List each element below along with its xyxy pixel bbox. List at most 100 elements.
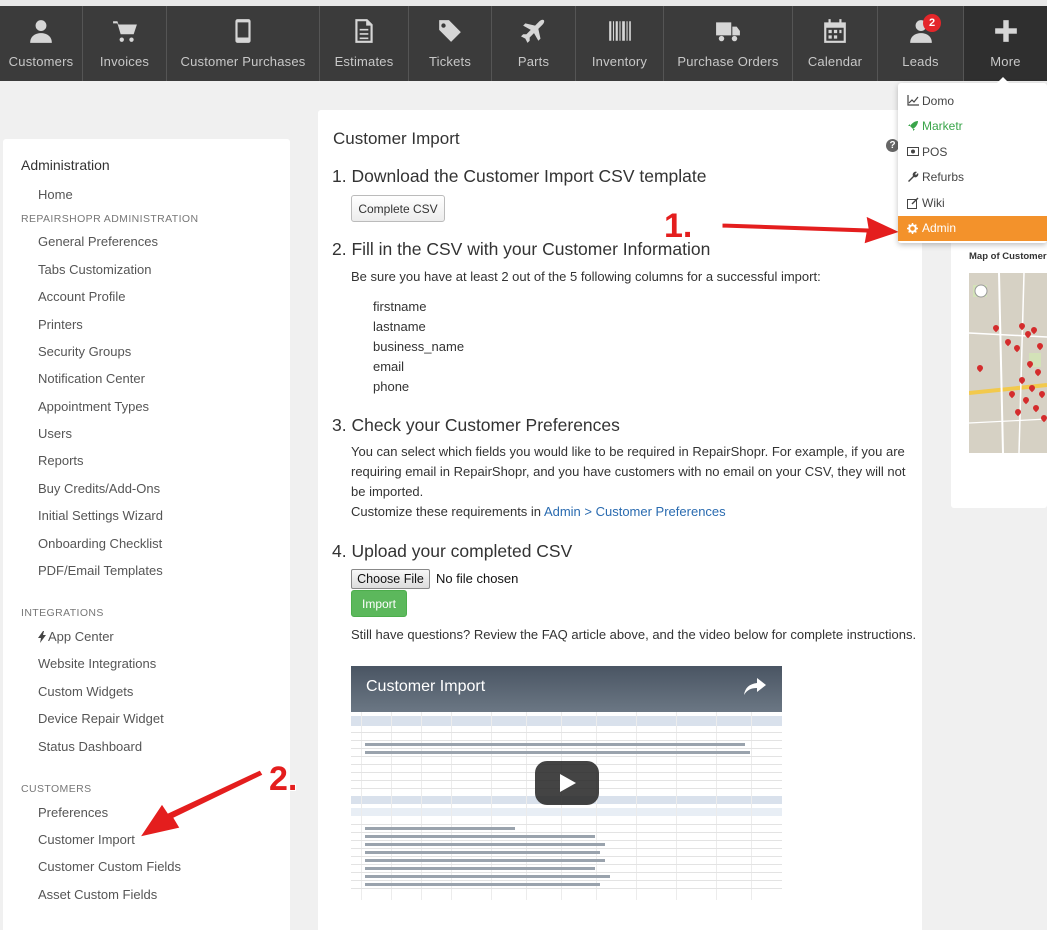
column-item: firstname (373, 299, 427, 314)
chart-icon (906, 94, 919, 107)
sheet-text-line (365, 883, 600, 886)
annotation-arrow-2 (138, 769, 264, 838)
nav-label: Customer Purchases (180, 54, 306, 69)
sidebar-item-general-preferences[interactable]: General Preferences (38, 234, 158, 249)
nav-label: Purchase Orders (677, 54, 779, 69)
sidebar-item-tabs-customization[interactable]: Tabs Customization (38, 262, 151, 277)
customer-map-panel: Map of Customers (951, 230, 1047, 508)
more-dropdown-menu: Domo Marketr POS Refurbs Wiki Admin (898, 77, 1047, 243)
sheet-row (351, 824, 782, 825)
sidebar-item-custom-widgets[interactable]: Custom Widgets (38, 684, 133, 699)
nav-customer-purchases[interactable]: Customer Purchases (167, 6, 320, 81)
sidebar-item-security-groups[interactable]: Security Groups (38, 344, 131, 359)
choose-file-button[interactable]: Choose File (351, 569, 430, 589)
sheet-row (351, 748, 782, 749)
video-header: Customer Import (351, 666, 782, 712)
plus-icon (994, 20, 1017, 42)
sidebar-item-home[interactable]: Home (38, 187, 73, 202)
sheet-row (351, 888, 782, 889)
menu-item-domo[interactable]: Domo (898, 88, 1047, 114)
step-4-heading: 4. Upload your completed CSV (332, 541, 573, 561)
nav-leads[interactable]: Leads 2 (878, 6, 964, 81)
customer-map[interactable] (969, 273, 1047, 453)
sidebar-item-device-repair-widget[interactable]: Device Repair Widget (38, 711, 164, 726)
file-status-text: No file chosen (436, 571, 519, 586)
menu-item-admin[interactable]: Admin (898, 215, 1047, 241)
sidebar-item-onboarding-checklist[interactable]: Onboarding Checklist (38, 536, 162, 551)
sidebar-item-preferences[interactable]: Preferences (38, 805, 108, 820)
nav-tickets[interactable]: Tickets (409, 6, 492, 81)
nav-label: Parts (517, 54, 550, 69)
import-button[interactable]: Import (351, 590, 407, 617)
sidebar-item-printers[interactable]: Printers (38, 317, 83, 332)
sheet-text-line (365, 751, 750, 754)
nav-parts[interactable]: Parts (492, 6, 576, 81)
annotation-arrow-1 (721, 215, 902, 244)
play-button[interactable] (535, 761, 599, 805)
sidebar-heading-integrations: INTEGRATIONS (21, 607, 104, 619)
step-2-text: Be sure you have at least 2 out of the 5… (351, 269, 821, 284)
sheet-row (351, 848, 782, 849)
menu-item-wiki[interactable]: Wiki (898, 190, 1047, 216)
sheet-text-line (365, 827, 515, 830)
sheet-row (351, 872, 782, 873)
sheet-band (351, 716, 782, 726)
customer-preferences-link[interactable]: Admin > Customer Preferences (544, 504, 726, 519)
barcode-icon (608, 21, 631, 41)
nav-estimates[interactable]: Estimates (320, 6, 409, 81)
annotation-step-1: 1. (664, 207, 693, 245)
sidebar-item-customer-custom-fields[interactable]: Customer Custom Fields (38, 859, 181, 874)
top-nav-area: Customers Invoices Customer Purchases Es… (0, 0, 1047, 81)
main-navbar: Customers Invoices Customer Purchases Es… (0, 6, 1047, 81)
menu-item-label: POS (922, 144, 948, 159)
sidebar-heading-customers: CUSTOMERS (21, 783, 92, 795)
nav-invoices[interactable]: Invoices (83, 6, 167, 81)
share-icon[interactable] (744, 678, 766, 696)
video-player[interactable]: Customer Import (351, 666, 782, 900)
sheet-text-line (365, 867, 595, 870)
rocket-icon (906, 120, 919, 133)
sidebar-title: Administration (21, 157, 110, 173)
nav-label: Leads (902, 54, 939, 69)
sidebar-item-initial-settings-wizard[interactable]: Initial Settings Wizard (38, 508, 163, 523)
nav-purchase-orders[interactable]: Purchase Orders (664, 6, 793, 81)
customize-prefix: Customize these requirements in (351, 504, 544, 519)
sheet-row (351, 832, 782, 833)
sidebar-item-notification-center[interactable]: Notification Center (38, 371, 145, 386)
sheet-row (351, 880, 782, 881)
bolt-icon (38, 630, 46, 643)
sidebar-item-app-center[interactable]: App Center (38, 629, 114, 644)
menu-item-refurbs[interactable]: Refurbs (898, 165, 1047, 191)
nav-customers[interactable]: Customers (0, 6, 83, 81)
nav-calendar[interactable]: Calendar (793, 6, 878, 81)
sidebar-item-reports[interactable]: Reports (38, 453, 84, 468)
sidebar-item-customer-import[interactable]: Customer Import (38, 832, 135, 847)
sidebar-item-account-profile[interactable]: Account Profile (38, 289, 125, 304)
nav-more[interactable]: More (964, 6, 1047, 81)
sidebar-item-status-dashboard[interactable]: Status Dashboard (38, 739, 142, 754)
sheet-row (351, 756, 782, 757)
video-thumbnail (351, 712, 782, 900)
sheet-text-line (365, 875, 610, 878)
nav-label: Calendar (807, 54, 863, 69)
sidebar-item-label: App Center (48, 629, 114, 644)
sheet-row (351, 740, 782, 741)
menu-item-marketr[interactable]: Marketr (898, 114, 1047, 140)
step-3-text-line: requiring email in RepairShopr, and you … (351, 464, 906, 479)
sidebar-item-users[interactable]: Users (38, 426, 72, 441)
step-3-text-line: You can select which fields you would li… (351, 444, 905, 459)
phone-icon (235, 19, 251, 43)
sidebar-item-website-integrations[interactable]: Website Integrations (38, 656, 156, 671)
sidebar-item-asset-custom-fields[interactable]: Asset Custom Fields (38, 887, 157, 902)
menu-item-pos[interactable]: POS (898, 139, 1047, 165)
step-3-customize-text: Customize these requirements in Admin > … (351, 502, 726, 522)
complete-csv-button[interactable]: Complete CSV (351, 195, 445, 222)
sidebar-item-buy-credits[interactable]: Buy Credits/Add-Ons (38, 481, 160, 496)
sidebar-item-appointment-types[interactable]: Appointment Types (38, 399, 149, 414)
nav-inventory[interactable]: Inventory (576, 6, 664, 81)
sheet-text-line (365, 843, 605, 846)
sidebar-item-pdf-email-templates[interactable]: PDF/Email Templates (38, 563, 163, 578)
wrench-icon (906, 171, 919, 184)
map-roads (969, 273, 1047, 453)
questions-text: Still have questions? Review the FAQ art… (351, 627, 917, 642)
